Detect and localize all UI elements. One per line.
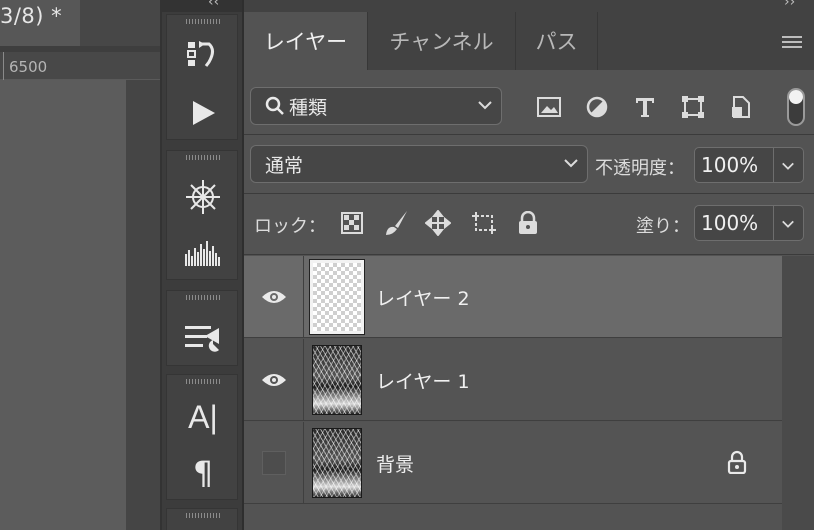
panel-header: ›› [244, 0, 814, 12]
dock-header: ‹‹ [162, 0, 242, 12]
layer-name[interactable]: レイヤー 2 [376, 284, 470, 311]
grip-icon[interactable] [186, 295, 220, 300]
lock-all-icon[interactable] [514, 209, 542, 237]
eye-icon [261, 374, 286, 386]
opacity-dropdown[interactable] [774, 147, 804, 183]
character-icon[interactable]: A| [167, 395, 239, 439]
grip-icon[interactable] [186, 19, 220, 24]
chevron-down-icon [478, 101, 492, 110]
layers-list: レイヤー 2 レイヤー 1 背景 [244, 256, 782, 530]
dock-group-type: A| ¶ [166, 374, 238, 500]
divider [244, 254, 814, 255]
blend-mode-select[interactable]: 通常 [250, 145, 588, 183]
fill-input[interactable]: 100% [694, 205, 774, 241]
dock-group-history [166, 14, 238, 140]
navigator-wheel-icon[interactable] [167, 175, 239, 219]
layer-thumbnail[interactable] [312, 428, 362, 498]
filter-type-icon[interactable] [630, 92, 660, 122]
layer-thumbnail[interactable] [312, 345, 362, 415]
visibility-empty-box [261, 451, 286, 475]
history-icon[interactable] [167, 35, 239, 79]
lock-artboard-icon[interactable] [470, 209, 498, 237]
panel-dock: ‹‹ A| ¶ [160, 0, 244, 530]
ruler-label: 6500 [9, 58, 48, 76]
dock-group-adjustments [166, 290, 238, 366]
opacity-label: 不透明度： [595, 158, 685, 179]
filter-toggle-switch[interactable] [787, 88, 805, 126]
layers-panel: ›› レイヤー チャンネル パス 種類 通常 不透明度： 100% ロック： 塗… [244, 0, 814, 530]
filter-shape-icon[interactable] [678, 92, 708, 122]
collapse-right-icon[interactable]: ›› [784, 0, 795, 10]
visibility-toggle[interactable] [244, 339, 304, 421]
adjustments-sliders-icon[interactable] [167, 315, 239, 359]
grip-icon[interactable] [186, 513, 220, 518]
filter-adjustment-icon[interactable] [582, 92, 612, 122]
filter-kind-label: 種類 [289, 96, 328, 119]
layer-name[interactable]: レイヤー 1 [376, 367, 470, 394]
fill-dropdown[interactable] [774, 205, 804, 241]
dock-group-navigator [166, 150, 238, 280]
collapse-left-icon[interactable]: ‹‹ [208, 0, 219, 10]
visibility-toggle[interactable] [244, 256, 304, 338]
canvas-gutter [126, 80, 160, 530]
lock-position-move-icon[interactable] [424, 209, 452, 237]
tab-layers[interactable]: レイヤー [244, 12, 368, 70]
layers-scrollbar[interactable] [782, 256, 814, 530]
tab-paths[interactable]: パス [516, 12, 598, 70]
lock-transparent-pixels-icon[interactable] [338, 209, 366, 237]
panel-tabbar: レイヤー チャンネル パス [244, 12, 814, 70]
panel-menu-icon[interactable] [782, 36, 802, 51]
visibility-toggle[interactable] [244, 422, 304, 504]
filter-pixel-icon[interactable] [534, 92, 564, 122]
layer-row-layer-1[interactable]: レイヤー 1 [244, 339, 782, 421]
actions-play-icon[interactable] [167, 91, 239, 135]
canvas[interactable] [0, 80, 126, 530]
divider [244, 134, 814, 135]
layer-name[interactable]: 背景 [376, 450, 414, 477]
eye-icon [261, 291, 286, 303]
horizontal-ruler[interactable]: 6500 [0, 52, 160, 80]
lock-label: ロック： [254, 216, 326, 237]
search-icon [265, 96, 284, 115]
fill-label: 塗り： [636, 216, 690, 237]
document-tab-title: 3/8) * [0, 4, 63, 28]
chevron-down-icon [782, 220, 794, 228]
paragraph-icon[interactable]: ¶ [167, 451, 239, 495]
grip-icon[interactable] [186, 155, 220, 160]
toggle-knob [789, 90, 803, 104]
blend-mode-value: 通常 [265, 154, 304, 177]
chevron-down-icon [782, 162, 794, 170]
layer-row-layer-2[interactable]: レイヤー 2 [244, 256, 782, 338]
tab-channels[interactable]: チャンネル [368, 12, 516, 70]
dock-group-more [166, 508, 238, 530]
filter-kind-select[interactable]: 種類 [250, 87, 502, 125]
divider [244, 193, 814, 194]
opacity-input[interactable]: 100% [694, 147, 774, 183]
filter-smart-object-icon[interactable] [726, 92, 756, 122]
layer-thumbnail[interactable] [309, 259, 365, 335]
lock-icon[interactable] [726, 450, 750, 476]
chevron-down-icon [564, 159, 578, 168]
lock-image-pixels-brush-icon[interactable] [382, 209, 410, 237]
histogram-icon[interactable] [167, 231, 239, 275]
ruler-tick [3, 52, 4, 80]
layer-row-background[interactable]: 背景 [244, 422, 782, 504]
document-tab[interactable]: 3/8) * [0, 0, 80, 46]
grip-icon[interactable] [186, 379, 220, 384]
